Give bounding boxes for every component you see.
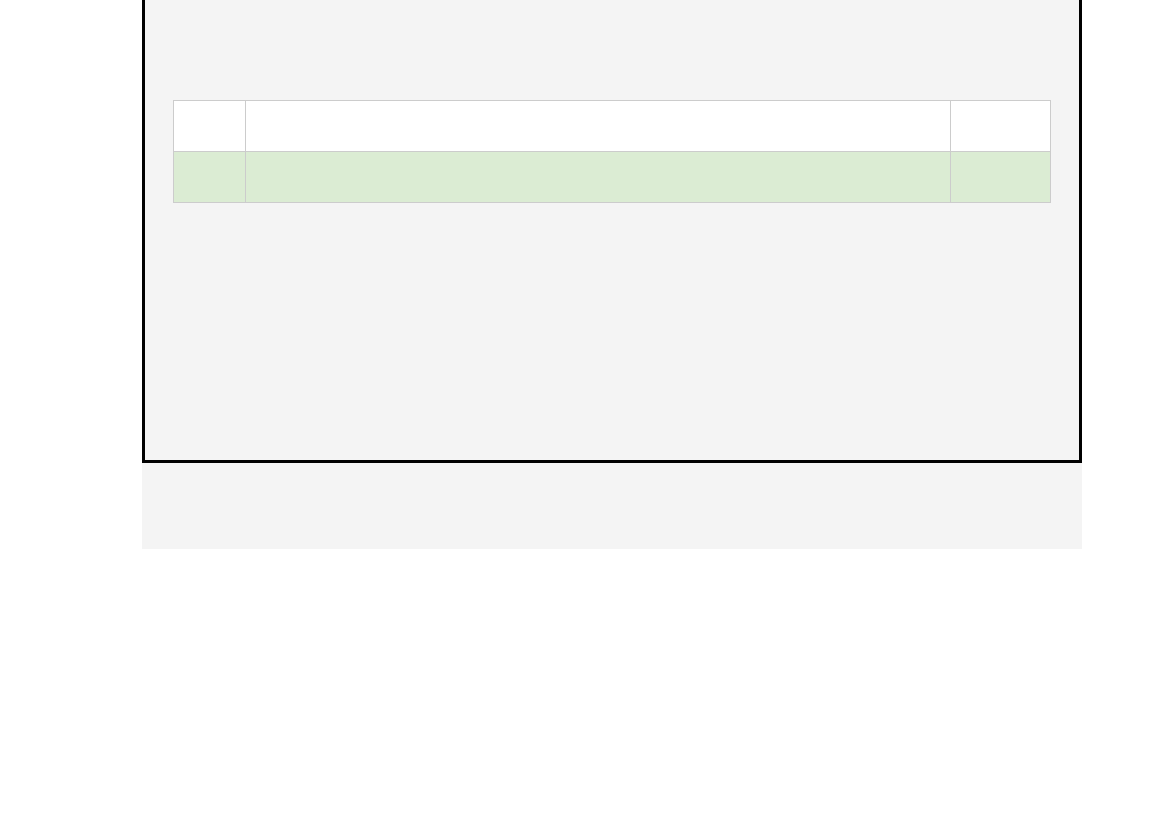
content-panel — [142, 0, 1082, 463]
footer-panel — [142, 463, 1082, 549]
main-container — [142, 0, 1082, 549]
table-cell — [951, 152, 1051, 203]
table-cell — [246, 101, 951, 152]
data-table — [173, 100, 1051, 203]
table-cell — [174, 101, 246, 152]
table-cell — [246, 152, 951, 203]
table-row — [174, 152, 1051, 203]
table-cell — [174, 152, 246, 203]
table-row — [174, 101, 1051, 152]
table-cell — [951, 101, 1051, 152]
